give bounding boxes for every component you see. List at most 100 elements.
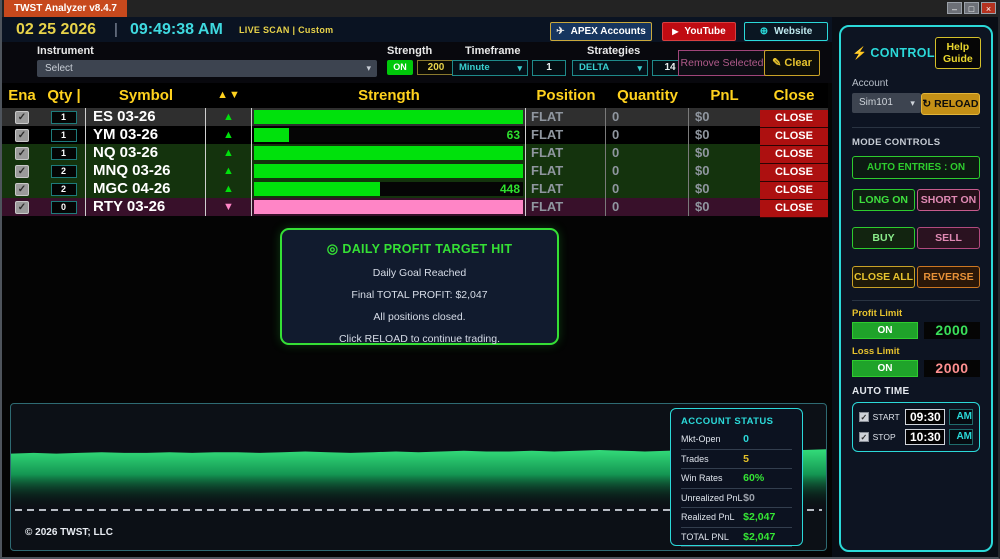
strategies-select[interactable]: DELTA ▾ <box>572 60 648 76</box>
direction-arrow-icon: ▼ <box>223 201 234 213</box>
enable-checkbox[interactable]: ✓ <box>15 201 29 214</box>
profit-limit-input[interactable]: 2000 <box>924 322 980 339</box>
strength-bar: 63 <box>254 128 523 142</box>
header-quantity: Quantity <box>606 83 689 108</box>
close-position-button[interactable]: CLOSE <box>760 146 828 164</box>
instrument-selected-value: Select <box>45 63 73 74</box>
close-position-button[interactable]: CLOSE <box>760 164 828 182</box>
symbol-label: ES 03-26 <box>86 108 206 126</box>
account-status-row: Realized PnL $2,047 <box>681 508 792 528</box>
strength-toggle[interactable]: ON <box>387 60 413 75</box>
account-status-row: Mkt-Open 0 <box>681 430 792 450</box>
instrument-select[interactable]: Select ▾ <box>37 60 377 77</box>
stat-label: Win Rates <box>681 473 743 483</box>
header-strength: Strength <box>252 83 526 108</box>
chevron-down-icon: ▾ <box>517 61 522 75</box>
timeframe-count-input[interactable]: 1 <box>532 60 566 76</box>
apex-accounts-button[interactable]: ✈ APEX Accounts <box>550 22 652 41</box>
start-ampm-select[interactable]: AM <box>949 409 973 425</box>
auto-time-label: AUTO TIME <box>852 386 980 397</box>
window-controls: – □ × <box>947 2 996 14</box>
close-position-button[interactable]: CLOSE <box>760 110 828 128</box>
strategies-label: Strategies <box>587 45 640 57</box>
enable-checkbox[interactable]: ✓ <box>15 147 29 160</box>
enable-checkbox[interactable]: ✓ <box>15 183 29 196</box>
strength-value-input[interactable]: 200 <box>417 60 455 75</box>
position-value: FLAT <box>526 144 606 162</box>
minimize-button[interactable]: – <box>947 2 962 14</box>
play-icon: ▶ <box>672 27 678 36</box>
table-row: ✓ 1 ES 03-26 ▲ FLAT 0 $0 CLOSE <box>2 108 828 126</box>
reload-label: RELOAD <box>934 98 978 110</box>
qty-input[interactable]: 1 <box>51 111 77 124</box>
remove-selected-button[interactable]: Remove Selected <box>678 50 766 76</box>
header-qty: Qty | <box>42 83 86 108</box>
divider <box>852 300 980 301</box>
close-all-button[interactable]: CLOSE ALL <box>852 266 915 288</box>
right-panel: ⚡CONTROL Help Guide Account Sim101 ▾ ↻ R… <box>832 17 1000 559</box>
quantity-value: 0 <box>606 108 689 126</box>
daily-profit-popup: ◎DAILY PROFIT TARGET HIT Daily Goal Reac… <box>280 228 559 345</box>
symbol-label: NQ 03-26 <box>86 144 206 162</box>
strength-bar <box>254 146 523 160</box>
stop-time-input[interactable]: 10:30 <box>905 429 945 445</box>
direction-arrow-icon: ▲ <box>223 147 234 159</box>
account-status-row: TOTAL PNL $2,047 <box>681 528 792 548</box>
checkmark-icon: ✓ <box>18 166 26 177</box>
loss-limit-toggle[interactable]: ON <box>852 360 918 377</box>
symbol-label: MGC 04-26 <box>86 180 206 198</box>
checkmark-icon: ✓ <box>18 130 26 141</box>
close-position-button[interactable]: CLOSE <box>760 128 828 146</box>
close-position-button[interactable]: CLOSE <box>760 182 828 200</box>
maximize-button[interactable]: □ <box>964 2 979 14</box>
titlebar: TWST Analyzer v8.4.7 – □ × <box>2 0 998 17</box>
enable-checkbox[interactable]: ✓ <box>15 129 29 142</box>
popup-title: ◎DAILY PROFIT TARGET HIT <box>282 241 557 257</box>
buy-button[interactable]: BUY <box>852 227 915 249</box>
direction-arrow-icon: ▲ <box>223 183 234 195</box>
loss-limit-input[interactable]: 2000 <box>924 360 980 377</box>
symbol-label: MNQ 03-26 <box>86 162 206 180</box>
qty-input[interactable]: 1 <box>51 129 77 142</box>
qty-input[interactable]: 2 <box>51 165 77 178</box>
divider <box>852 127 980 128</box>
reverse-button[interactable]: REVERSE <box>917 266 980 288</box>
start-time-input[interactable]: 09:30 <box>905 409 945 425</box>
help-guide-button[interactable]: Help Guide <box>935 37 981 69</box>
youtube-label: YouTube <box>684 26 725 37</box>
strategies-selected-value: DELTA <box>579 62 609 73</box>
qty-input[interactable]: 2 <box>51 183 77 196</box>
popup-line: Click RELOAD to continue trading. <box>282 333 557 345</box>
clear-button[interactable]: ✎ Clear <box>764 50 820 76</box>
short-on-button[interactable]: SHORT ON <box>917 189 980 211</box>
close-window-button[interactable]: × <box>981 2 996 14</box>
timeframe-select[interactable]: Minute ▾ <box>452 60 528 76</box>
profit-limit-toggle[interactable]: ON <box>852 322 918 339</box>
qty-input[interactable]: 0 <box>51 201 77 214</box>
close-position-button[interactable]: CLOSE <box>760 200 828 218</box>
table-row: ✓ 2 MGC 04-26 ▲ 448 FLAT 0 $0 CLOSE <box>2 180 828 198</box>
filters-bar: Instrument Select ▾ Strength ON 200 Time… <box>2 42 832 83</box>
header-pnl: PnL <box>689 83 760 108</box>
sell-button[interactable]: SELL <box>917 227 980 249</box>
enable-checkbox[interactable]: ✓ <box>15 165 29 178</box>
qty-input[interactable]: 1 <box>51 147 77 160</box>
stop-checkbox[interactable]: ✓ <box>859 432 869 442</box>
strength-bar <box>254 110 523 124</box>
header-direction: ▲▼ <box>206 83 252 108</box>
checkmark-icon: ✓ <box>18 112 26 123</box>
reload-button[interactable]: ↻ RELOAD <box>921 93 980 115</box>
symbol-label: YM 03-26 <box>86 126 206 144</box>
long-on-button[interactable]: LONG ON <box>852 189 915 211</box>
youtube-button[interactable]: ▶ YouTube <box>662 22 736 41</box>
stop-ampm-select[interactable]: AM <box>949 429 973 445</box>
auto-entries-toggle[interactable]: AUTO ENTRIES : ON <box>852 156 980 179</box>
website-button[interactable]: ⊕ Website <box>744 22 828 41</box>
direction-arrow-icon: ▲ <box>223 111 234 123</box>
table-row: ✓ 1 YM 03-26 ▲ 63 FLAT 0 $0 CLOSE <box>2 126 828 144</box>
start-checkbox[interactable]: ✓ <box>859 412 869 422</box>
pnl-value: $0 <box>689 180 760 198</box>
instruments-table: Ena Qty | Symbol ▲▼ Strength Position Qu… <box>2 83 828 216</box>
account-select[interactable]: Sim101 ▾ <box>852 93 921 113</box>
enable-checkbox[interactable]: ✓ <box>15 111 29 124</box>
